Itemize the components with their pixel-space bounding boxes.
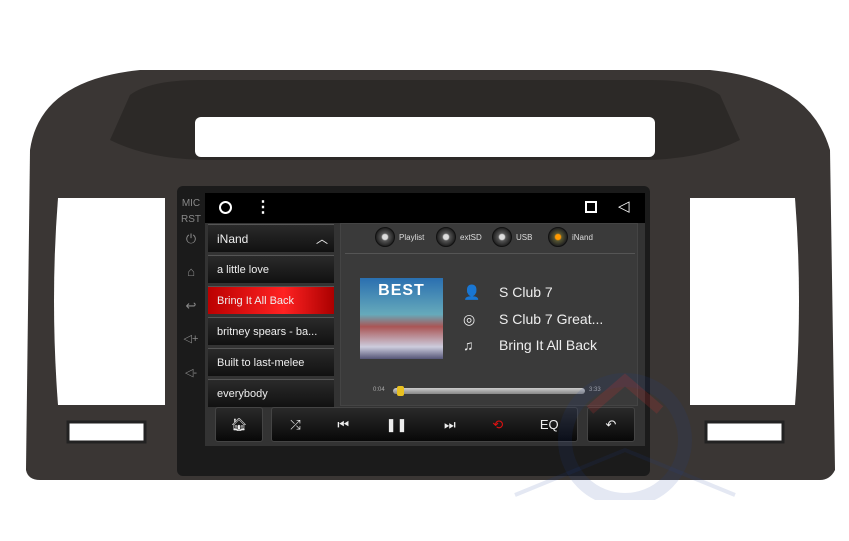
- artist-icon: 👤: [463, 284, 481, 300]
- source-usb[interactable]: USB: [492, 226, 532, 248]
- artist-name: S Club 7: [499, 284, 553, 300]
- volume-up-icon[interactable]: ◁+: [179, 332, 203, 345]
- shuffle-button[interactable]: ⤮: [290, 417, 300, 433]
- menu-dots-icon[interactable]: ⋮: [255, 197, 271, 217]
- source-extsd[interactable]: extSD: [436, 226, 482, 248]
- home-icon: 🏠︎: [230, 416, 248, 432]
- source-label: USB: [516, 232, 533, 242]
- music-note-icon: ♫: [463, 337, 474, 353]
- album-art-text: BEST: [378, 282, 425, 299]
- album-icon: ◎: [463, 311, 476, 327]
- back-icon[interactable]: ↩: [179, 298, 203, 314]
- source-inand[interactable]: iNand: [548, 226, 593, 248]
- radio-knob-icon: [548, 227, 568, 247]
- rst-label[interactable]: RST: [179, 214, 203, 225]
- pause-button[interactable]: ❚❚: [386, 417, 408, 433]
- elapsed-time: 0:04: [373, 387, 385, 393]
- status-bar: ⋮ ◁: [205, 193, 645, 223]
- list-item[interactable]: britney spears - ba...: [208, 317, 334, 345]
- radio-knob-icon: [375, 227, 395, 247]
- chevron-up-icon[interactable]: ︿: [316, 225, 328, 252]
- home-circle-icon[interactable]: [219, 201, 232, 214]
- volume-down-icon[interactable]: ◁-: [179, 366, 203, 379]
- next-button[interactable]: ⏭: [444, 417, 456, 433]
- source-label: extSD: [460, 232, 482, 242]
- album-art: BEST: [360, 278, 443, 359]
- home-button[interactable]: 🏠︎: [215, 407, 263, 442]
- recent-apps-icon[interactable]: [585, 201, 597, 213]
- progress-thumb[interactable]: [396, 386, 404, 396]
- list-item-active[interactable]: Bring It All Back: [208, 286, 334, 314]
- previous-button[interactable]: ⏮: [337, 417, 349, 433]
- list-item[interactable]: a little love: [208, 255, 334, 283]
- album-name: S Club 7 Great...: [499, 311, 604, 327]
- list-item[interactable]: Built to last-melee: [208, 348, 334, 376]
- radio-knob-icon: [436, 227, 456, 247]
- radio-knob-icon: [492, 227, 512, 247]
- watermark-logo: [514, 373, 736, 500]
- source-label: Playlist: [399, 232, 425, 242]
- home-icon[interactable]: ⌂: [179, 264, 203, 279]
- power-icon[interactable]: ⏻: [179, 231, 203, 247]
- mic-label: MIC: [181, 198, 201, 209]
- source-playlist[interactable]: Playlist: [375, 226, 424, 248]
- source-list-header[interactable]: iNand ︿: [208, 224, 334, 252]
- repeat-button[interactable]: ⟲: [492, 417, 503, 433]
- divider: [345, 253, 635, 254]
- source-label: iNand: [572, 232, 593, 242]
- nav-back-icon[interactable]: ◁: [618, 197, 630, 215]
- list-item[interactable]: everybody: [208, 379, 334, 407]
- list-header-label: iNand: [217, 232, 249, 246]
